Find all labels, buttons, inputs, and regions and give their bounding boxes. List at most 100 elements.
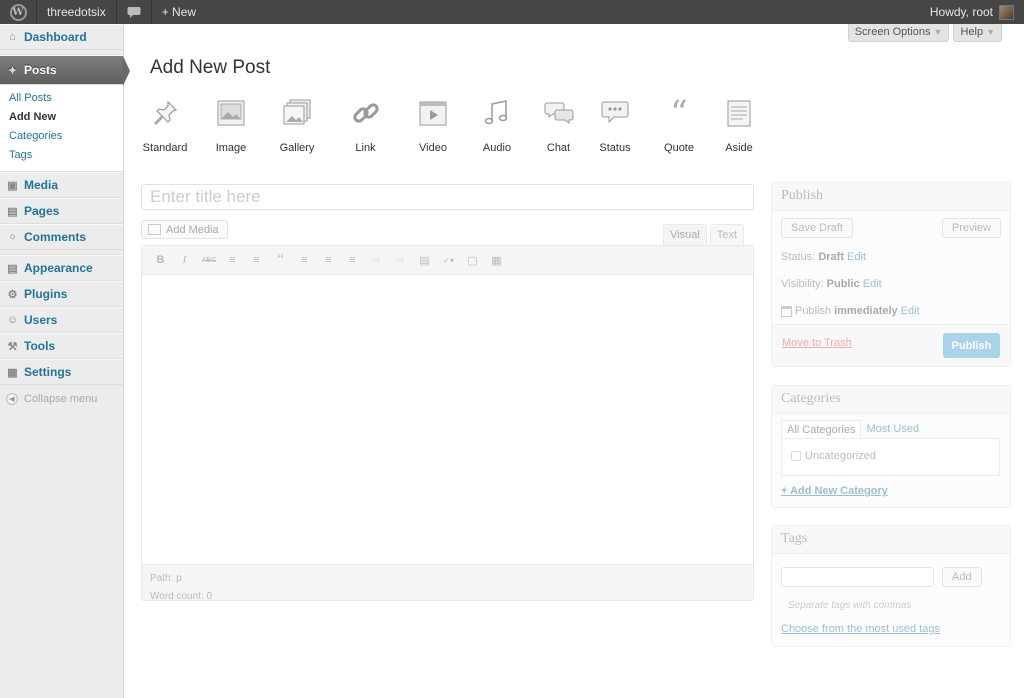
sidebar-item-label: Plugins <box>24 287 68 301</box>
sidebar-item-comments[interactable]: ○ Comments <box>0 224 123 250</box>
format-quote[interactable]: “ Quote <box>649 93 709 154</box>
format-label: Video <box>419 142 447 154</box>
submenu-all-posts[interactable]: All Posts <box>0 89 123 108</box>
format-audio[interactable]: Audio <box>458 98 536 154</box>
avatar <box>999 4 1014 20</box>
admin-menu: ⌂ Dashboard ✦ Posts All Posts Add New Ca… <box>0 24 130 698</box>
help-button[interactable]: Help ▼ <box>953 24 1002 42</box>
tab-all-categories[interactable]: All Categories <box>781 420 862 439</box>
align-center-icon[interactable]: ≡ <box>322 254 335 266</box>
move-to-trash-link[interactable]: Move to Trash <box>782 337 852 349</box>
most-used-tags-link[interactable]: Choose from the most used tags <box>781 623 940 635</box>
account-menu[interactable]: Howdy, root <box>920 0 1024 24</box>
video-icon <box>418 98 448 128</box>
save-draft-button[interactable]: Save Draft <box>781 218 853 238</box>
sidebar-item-label: Users <box>24 313 58 327</box>
sidebar-item-label: Posts <box>24 63 57 77</box>
add-tag-button[interactable]: Add <box>942 567 982 587</box>
align-left-icon[interactable]: ≡ <box>298 254 311 266</box>
publish-actions: Move to Trash Publish <box>772 324 1010 366</box>
new-content-link[interactable]: + New <box>152 0 206 24</box>
comments-link[interactable] <box>117 0 151 24</box>
format-video[interactable]: Video <box>408 98 458 154</box>
post-title-input[interactable]: Enter title here <box>141 184 754 210</box>
align-right-icon[interactable]: ≡ <box>346 254 359 266</box>
format-gallery[interactable]: Gallery <box>271 98 323 154</box>
tab-text[interactable]: Text <box>709 224 744 245</box>
preview-button[interactable]: Preview <box>941 218 1001 238</box>
format-label: Chat <box>546 142 571 154</box>
collapse-arrow-icon: ◀ <box>6 393 18 405</box>
bullet-list-icon[interactable]: ≡ <box>226 254 239 266</box>
chevron-down-icon: ▼ <box>986 27 995 37</box>
submenu-tags[interactable]: Tags <box>0 146 123 165</box>
strikethrough-icon[interactable]: ABC <box>202 257 216 264</box>
document-icon <box>724 98 754 128</box>
pushpin-icon: ✦ <box>7 64 18 77</box>
sidebar-item-posts[interactable]: ✦ Posts <box>0 55 130 86</box>
submenu-categories[interactable]: Categories <box>0 127 123 146</box>
uncategorized-checkbox[interactable] <box>791 451 801 461</box>
sidebar-item-pages[interactable]: ▤ Pages <box>0 198 123 224</box>
media-icon: ▣ <box>7 179 18 192</box>
sidebar-item-media[interactable]: ▣ Media <box>0 172 123 198</box>
wordpress-logo-icon[interactable]: W <box>0 0 36 24</box>
status-bubble-icon <box>600 98 630 128</box>
more-tag-icon[interactable]: ▤ <box>418 254 431 267</box>
spellcheck-icon[interactable]: ✓▾ <box>442 256 455 265</box>
collapse-menu-button[interactable]: ◀ Collapse menu <box>0 385 123 413</box>
add-media-label: Add Media <box>166 223 219 236</box>
fullscreen-icon[interactable]: ▢ <box>466 254 479 267</box>
sidebar-item-plugins[interactable]: ⚙ Plugins <box>0 281 123 307</box>
format-aside[interactable]: Aside <box>709 98 769 154</box>
submenu-add-new[interactable]: Add New <box>0 108 123 127</box>
editor-tabs: Visual Text <box>663 224 744 245</box>
site-name-link[interactable]: threedotsix <box>37 0 116 24</box>
new-tag-input[interactable] <box>781 567 934 587</box>
screen-meta-links: Screen Options ▼ Help ▼ <box>847 24 1002 42</box>
publish-button[interactable]: Publish <box>943 333 1000 358</box>
categories-heading: Categories <box>772 386 1010 414</box>
italic-icon[interactable]: I <box>178 254 191 266</box>
sidebar-item-label: Settings <box>24 365 72 379</box>
calendar-icon <box>781 305 792 317</box>
editor-path: Path: p <box>150 573 182 584</box>
format-image[interactable]: Image <box>191 98 271 154</box>
tab-most-used[interactable]: Most Used <box>861 420 924 439</box>
schedule-edit-link[interactable]: Edit <box>901 305 920 317</box>
sidebar-item-tools[interactable]: ⚒ Tools <box>0 333 123 359</box>
sidebar-item-dashboard[interactable]: ⌂ Dashboard <box>0 24 123 50</box>
categories-tabs: All Categories Most Used <box>781 420 924 439</box>
publish-label: Publish <box>795 305 832 317</box>
tags-box: Tags Add Separate tags with commas Choos… <box>771 525 1011 647</box>
link-icon[interactable]: ∞ <box>370 254 383 266</box>
add-media-button[interactable]: Add Media <box>141 220 228 239</box>
visibility-label: Visibility: <box>781 278 824 290</box>
post-format-picker: Standard Image Gallery Link Video Audio … <box>139 93 769 154</box>
kitchen-sink-icon[interactable]: ▦ <box>490 254 503 267</box>
title-placeholder: Enter title here <box>150 187 261 206</box>
sidebar-item-label: Comments <box>24 230 87 244</box>
content-editor[interactable]: B I ABC ≡ ≡ “ ≡ ≡ ≡ ∞ ∞ ▤ ✓▾ ▢ ▦ Path: p… <box>141 245 754 602</box>
bold-icon[interactable]: B <box>154 254 167 266</box>
sidebar-item-settings[interactable]: ▦ Settings <box>0 359 123 385</box>
sidebar-item-appearance[interactable]: ▤ Appearance <box>0 255 123 281</box>
unlink-icon[interactable]: ∞ <box>394 254 407 266</box>
categories-list: Uncategorized <box>781 438 1000 476</box>
add-new-category-link[interactable]: + Add New Category <box>781 485 888 497</box>
blockquote-icon[interactable]: “ <box>274 252 287 268</box>
comments-icon: ○ <box>9 231 16 243</box>
format-status[interactable]: Status <box>581 98 649 154</box>
sidebar-item-users[interactable]: ☺ Users <box>0 307 123 333</box>
tab-visual[interactable]: Visual <box>663 224 707 245</box>
format-standard[interactable]: Standard <box>139 98 191 154</box>
numbered-list-icon[interactable]: ≡ <box>250 254 263 266</box>
status-edit-link[interactable]: Edit <box>847 251 866 263</box>
format-label: Image <box>215 142 247 154</box>
screen-options-button[interactable]: Screen Options ▼ <box>847 24 950 42</box>
format-label: Link <box>355 142 376 154</box>
visibility-edit-link[interactable]: Edit <box>863 278 882 290</box>
format-link[interactable]: Link <box>323 98 408 154</box>
format-chat[interactable]: Chat <box>536 98 581 154</box>
quote-icon: “ <box>670 93 688 133</box>
